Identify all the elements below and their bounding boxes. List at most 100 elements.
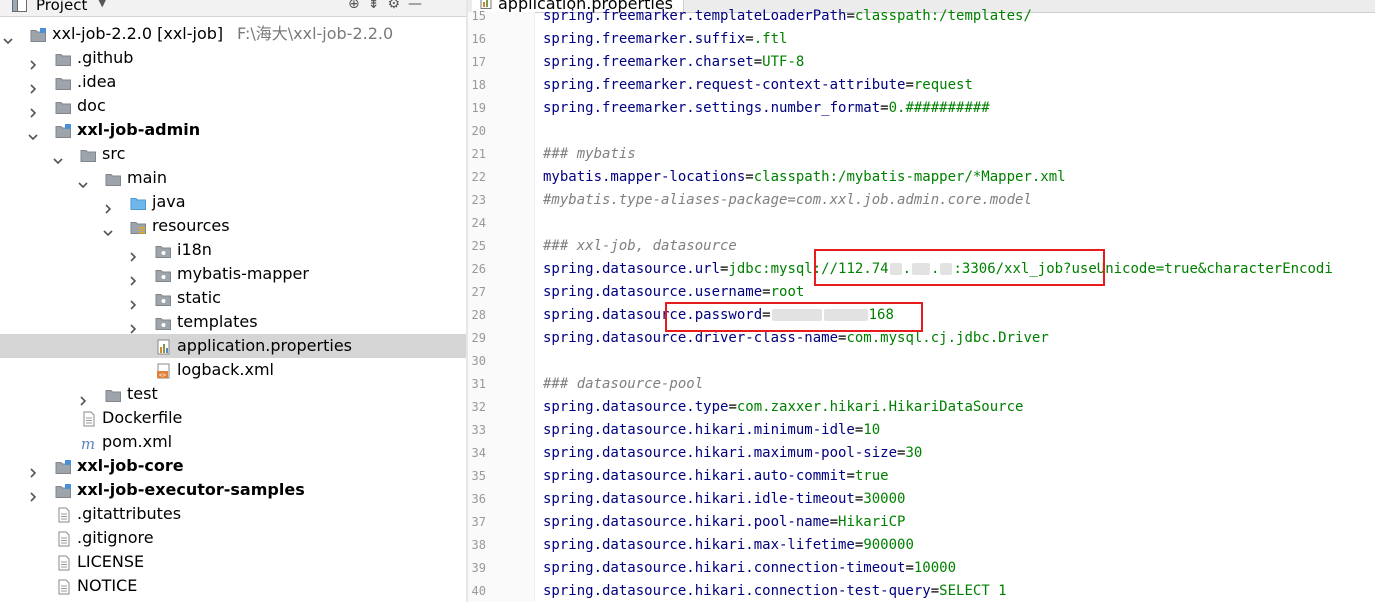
tree-item[interactable]: <> logback.xml [0, 358, 466, 382]
code-line: 35 spring.datasource.hikari.auto-commit=t… [468, 465, 1375, 488]
tree-item[interactable]: .idea [0, 70, 466, 94]
editor-pane: application.properties 15 spring.freemark… [468, 0, 1375, 602]
property-key: spring.datasource.hikari.idle-timeout [543, 491, 855, 507]
tree-item[interactable]: .gitattributes [0, 502, 466, 526]
property-key: spring.datasource.hikari.max-lifetime [543, 537, 855, 553]
project-tool-window: Project ▼ ⊕⇟⚙— xxl-job-2.2.0 [xxl-job] F:… [0, 0, 466, 602]
code-text: spring.datasource.hikari.auto-commit=tru… [543, 465, 889, 488]
line-number: 17 [471, 55, 486, 69]
project-view-icon [12, 0, 27, 12]
code-line: 36 spring.datasource.hikari.idle-timeout=… [468, 488, 1375, 511]
code-text: mybatis.mapper-locations=classpath:/myba… [543, 166, 1066, 189]
gear-icon[interactable]: ⚙ [387, 0, 408, 12]
chevron-right-icon[interactable] [103, 197, 113, 214]
resources-folder-icon [130, 218, 147, 234]
module-folder-icon [55, 122, 72, 138]
minimize-icon[interactable]: — [408, 0, 430, 12]
equals-sign: = [846, 8, 855, 24]
tree-item[interactable]: main [0, 166, 466, 190]
code-line: 19 spring.freemarker.settings.number_form… [468, 97, 1375, 120]
tree-item-label: .gitattributes [77, 504, 182, 523]
property-key: spring.datasource.hikari.pool-name [543, 514, 830, 530]
tree-item[interactable]: test [0, 382, 466, 406]
tree-item[interactable]: doc [0, 94, 466, 118]
property-key: spring.datasource.type [543, 399, 729, 415]
locate-icon[interactable]: ⊕ [348, 0, 368, 12]
properties-file-icon [155, 338, 172, 355]
xml-file-icon: <> [155, 362, 172, 379]
tree-item-label: xxl-job-admin [77, 120, 201, 139]
tree-item[interactable]: xxl-job-2.2.0 [xxl-job] F:\海大\xxl-job-2.2… [0, 22, 466, 46]
code-line: 33 spring.datasource.hikari.minimum-idle=… [468, 419, 1375, 442]
code-text: spring.freemarker.suffix=.ftl [543, 28, 787, 51]
tree-item[interactable]: templates [0, 310, 466, 334]
code-line: 20 [468, 120, 1375, 143]
view-selector-chevron-icon[interactable]: ▼ [98, 0, 106, 9]
tree-item[interactable]: resources [0, 214, 466, 238]
tree-item[interactable]: static [0, 286, 466, 310]
chevron-right-icon[interactable] [128, 269, 138, 286]
code-line: 22 mybatis.mapper-locations=classpath:/my… [468, 166, 1375, 189]
tree-item-label: java [152, 192, 186, 211]
property-key: spring.datasource.hikari.maximum-pool-si… [543, 445, 898, 461]
tree-item[interactable]: NOTICE [0, 574, 466, 598]
chevron-down-icon[interactable] [78, 173, 88, 189]
property-value: 10000 [913, 560, 957, 576]
tree-item[interactable]: m pom.xml [0, 430, 466, 454]
chevron-down-icon[interactable] [103, 221, 113, 237]
equals-sign: = [905, 77, 914, 93]
tree-item[interactable]: xxl-job-executor-samples [0, 478, 466, 502]
tree-item[interactable]: LICENSE [0, 550, 466, 574]
code-line: 21 ### mybatis [468, 143, 1375, 166]
chevron-right-icon[interactable] [28, 485, 38, 502]
line-number: 34 [471, 446, 486, 460]
tree-item[interactable]: i18n [0, 238, 466, 262]
chevron-right-icon[interactable] [128, 245, 138, 262]
code-line: 39 spring.datasource.hikari.connection-ti… [468, 557, 1375, 580]
tree-item-label: Dockerfile [102, 408, 183, 427]
tree-item-label: i18n [177, 240, 212, 259]
tree-item[interactable]: Dockerfile [0, 406, 466, 430]
chevron-right-icon[interactable] [28, 461, 38, 478]
chevron-right-icon[interactable] [28, 53, 38, 70]
line-number: 22 [471, 170, 486, 184]
source-folder-icon [130, 194, 147, 210]
chevron-right-icon[interactable] [78, 389, 88, 406]
property-key: spring.datasource.hikari.minimum-idle [543, 422, 855, 438]
chevron-right-icon[interactable] [128, 293, 138, 310]
tree-item[interactable]: xxl-job-core [0, 454, 466, 478]
chevron-down-icon[interactable] [53, 149, 63, 165]
chevron-right-icon[interactable] [28, 101, 38, 118]
chevron-down-icon[interactable] [3, 29, 13, 45]
collapse-all-icon[interactable]: ⇟ [368, 0, 388, 12]
property-key: spring.freemarker.suffix [543, 31, 746, 47]
tree-item[interactable]: mybatis-mapper [0, 262, 466, 286]
tree-item[interactable]: src [0, 142, 466, 166]
code-text: spring.datasource.hikari.connection-time… [543, 557, 956, 580]
line-number: 37 [471, 515, 486, 529]
line-number: 40 [471, 584, 486, 598]
chevron-right-icon[interactable] [28, 77, 38, 94]
code-text: spring.freemarker.request-context-attrib… [543, 74, 973, 97]
folder-icon [80, 146, 97, 162]
code-line: 24 [468, 212, 1375, 235]
code-text: #mybatis.type-aliases-package=com.xxl.jo… [543, 189, 1032, 212]
tree-item-label: xxl-job-executor-samples [77, 480, 305, 499]
chevron-down-icon[interactable] [28, 125, 38, 141]
line-number: 36 [471, 492, 486, 506]
chevron-right-icon[interactable] [128, 317, 138, 334]
property-value: root [770, 284, 805, 300]
property-value: classpath:/templates/ [854, 8, 1032, 24]
tree-item[interactable]: java [0, 190, 466, 214]
project-title[interactable]: Project [36, 0, 87, 15]
text-file-icon [55, 506, 72, 523]
tree-item[interactable]: .github [0, 46, 466, 70]
package-folder-icon [155, 314, 172, 330]
tree-item-label: .github [77, 48, 134, 67]
code-line: 31 ### datasource-pool [468, 373, 1375, 396]
tree-item[interactable]: xxl-job-admin [0, 118, 466, 142]
tree-item[interactable]: .gitignore [0, 526, 466, 550]
code-text: ### mybatis [543, 143, 636, 166]
line-number: 30 [471, 354, 486, 368]
tree-item[interactable]: application.properties [0, 334, 466, 358]
